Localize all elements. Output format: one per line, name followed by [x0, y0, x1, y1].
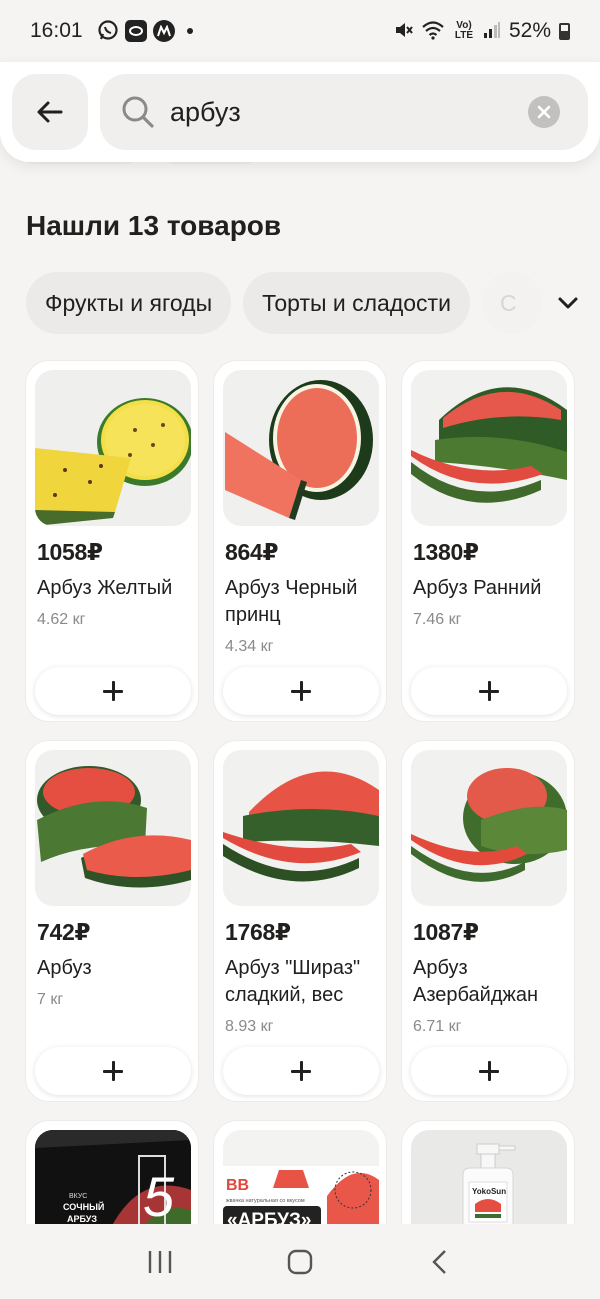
search-query[interactable]: арбуз: [170, 97, 241, 128]
search-header: арбуз: [0, 62, 600, 162]
product-price: 1380₽: [413, 539, 479, 565]
add-to-cart-button[interactable]: [411, 667, 567, 715]
product-weight: 4.34 кг: [225, 638, 274, 655]
status-bar: 16:01 Vo) LTE 52%: [0, 0, 600, 62]
battery-percent: 52%: [508, 19, 551, 42]
product-weight: 7.46 кг: [413, 611, 462, 628]
recent-apps-button[interactable]: [130, 1232, 190, 1292]
plus-icon: [479, 1061, 499, 1081]
signal-icon: [483, 21, 501, 42]
product-price: 1087₽: [413, 919, 479, 945]
clear-search-button[interactable]: [528, 96, 560, 128]
product-card[interactable]: 1058₽ Арбуз Желтый 4.62 кг: [25, 360, 199, 722]
category-chips: Фрукты и ягоды Торты и сладости С: [26, 272, 600, 334]
juice-sub: жвачка натуральная со вкусом: [226, 1198, 305, 1204]
product-price: 1058₽: [37, 539, 103, 565]
product-name: Арбуз: [37, 957, 92, 979]
lte-label: Vo) LTE: [454, 20, 474, 41]
wifi-icon: [421, 20, 445, 43]
product-card[interactable]: 1768₽ Арбуз "Шираз" сладкий, вес 8.93 кг: [213, 740, 387, 1102]
chevron-down-icon: [558, 297, 578, 309]
product-card[interactable]: YokoSun: [401, 1120, 575, 1230]
results-title: Нашли 13 товаров: [26, 210, 282, 241]
system-back-button[interactable]: [410, 1232, 470, 1292]
juice-brand: BB: [226, 1177, 249, 1194]
system-navigation-bar: [0, 1224, 600, 1299]
product-weight: 4.62 кг: [37, 611, 86, 628]
plus-icon: [291, 1061, 311, 1081]
recent-apps-icon: [148, 1250, 172, 1273]
product-price: 864₽: [225, 539, 279, 565]
more-notifications-dot: [186, 28, 193, 34]
product-card[interactable]: 864₽ Арбуз Черный принц 4.34 кг: [213, 360, 387, 722]
product-image-black-prince-watermelon: [223, 370, 379, 526]
product-name: Арбуз Ранний: [413, 577, 542, 599]
product-image-gum-pack: 5 ВКУС СОЧНЫЙ АРБУЗ: [35, 1130, 191, 1230]
app-notification-icon: [124, 20, 147, 42]
expand-chips-button[interactable]: [536, 272, 600, 334]
product-card[interactable]: 742₽ Арбуз 7 кг: [25, 740, 199, 1102]
product-image-early-watermelon: [411, 370, 567, 526]
gum-text-top: ВКУС: [69, 1193, 87, 1200]
product-name: Арбуз Азербайджан: [413, 957, 539, 1006]
product-card[interactable]: 5 ВКУС СОЧНЫЙ АРБУЗ: [25, 1120, 199, 1230]
gum-text-bot: АРБУЗ: [67, 1214, 97, 1224]
search-icon: [122, 96, 154, 128]
product-image-shiraz-watermelon: [223, 750, 379, 906]
plus-icon: [479, 681, 499, 701]
search-input[interactable]: арбуз: [100, 74, 588, 150]
status-right: Vo) LTE 52%: [393, 19, 570, 43]
product-image-juice-pack: BB жвачка натуральная со вкусом «АРБУЗ»: [223, 1130, 379, 1230]
close-icon: [537, 105, 551, 119]
add-to-cart-button[interactable]: [411, 1047, 567, 1095]
chip-fruits-berries[interactable]: Фрукты и ягоды: [26, 272, 232, 334]
gum-big-number: 5: [143, 1165, 175, 1228]
back-button[interactable]: [12, 74, 88, 150]
product-price: 742₽: [37, 919, 91, 945]
chevron-left-icon: [432, 1249, 446, 1274]
plus-icon: [291, 681, 311, 701]
home-button[interactable]: [270, 1232, 330, 1292]
add-to-cart-button[interactable]: [223, 1047, 379, 1095]
product-image-watermelon: [35, 750, 191, 906]
arrow-left-icon: [37, 101, 63, 123]
add-to-cart-button[interactable]: [35, 667, 191, 715]
product-weight: 8.93 кг: [225, 1018, 274, 1035]
status-time: 16:01: [30, 19, 83, 42]
product-weight: 6.71 кг: [413, 1018, 462, 1035]
product-image-azerbaijan-watermelon: [411, 750, 567, 906]
product-weight: 7 кг: [37, 991, 64, 1008]
product-card[interactable]: 1380₽ Арбуз Ранний 7.46 кг: [401, 360, 575, 722]
plus-icon: [103, 1061, 123, 1081]
status-left: 16:01: [30, 19, 193, 44]
whatsapp-icon: [97, 19, 119, 44]
product-image-soap-bottle: YokoSun: [411, 1130, 567, 1230]
chip-cakes-sweets[interactable]: Торты и сладости: [243, 272, 470, 334]
home-icon: [287, 1249, 313, 1274]
product-name: Арбуз Черный принц: [225, 577, 358, 626]
product-card[interactable]: BB жвачка натуральная со вкусом «АРБУЗ»: [213, 1120, 387, 1230]
battery-icon: [559, 22, 570, 40]
product-price: 1768₽: [225, 919, 291, 945]
soap-brand: YokoSun: [472, 1187, 506, 1196]
product-card[interactable]: 1087₽ Арбуз Азербайджан 6.71 кг: [401, 740, 575, 1102]
add-to-cart-button[interactable]: [223, 667, 379, 715]
gum-text-mid: СОЧНЫЙ: [63, 1201, 104, 1212]
product-image-yellow-watermelon: [35, 370, 191, 526]
plus-icon: [103, 681, 123, 701]
mute-icon: [393, 20, 413, 43]
product-name: Арбуз "Шираз" сладкий, вес: [225, 957, 361, 1006]
add-to-cart-button[interactable]: [35, 1047, 191, 1095]
chip-partial[interactable]: С: [481, 272, 542, 334]
market-notification-icon: [152, 20, 175, 42]
product-name: Арбуз Желтый: [37, 577, 173, 599]
